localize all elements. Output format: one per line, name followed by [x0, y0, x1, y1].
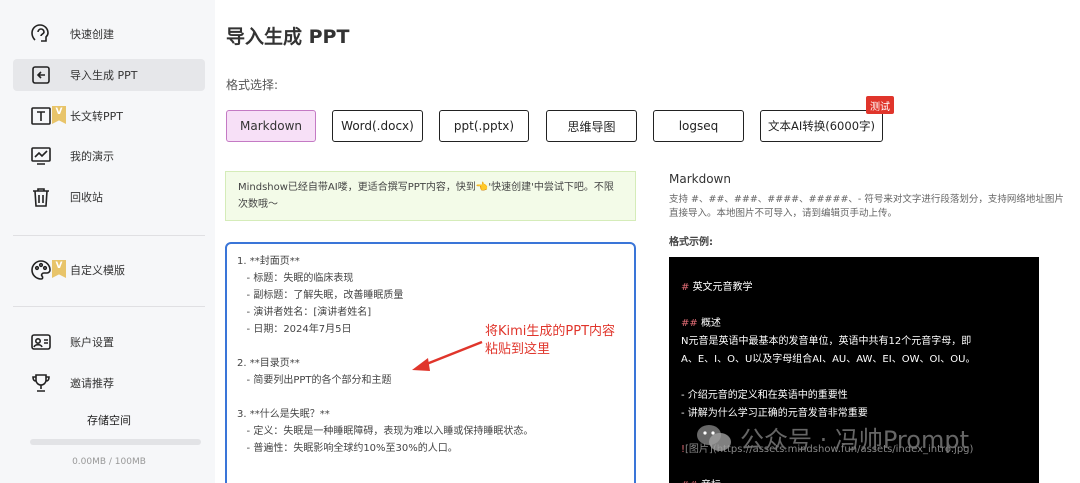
example-label: 格式示例: [669, 237, 713, 248]
watermark-text: 公众号 · 冯帅Prompt [740, 426, 969, 454]
test-badge: 测试 [866, 96, 894, 114]
trophy-icon [29, 371, 53, 395]
vip-badge: V [52, 106, 66, 124]
app-window: 快速创建 导入生成 PPT V 长文转PPT 我的演示 回收站 V 自定义模版 … [0, 0, 1080, 483]
watermark: 公众号 · 冯帅Prompt [696, 420, 969, 455]
ai-notice: Mindshow已经自带AI喽，更适合撰写PPT内容，快到👈'快速创建'中尝试下… [225, 171, 636, 221]
presentation-icon [29, 144, 53, 168]
text-icon [29, 104, 53, 128]
sidebar-item-account-settings[interactable]: 账户设置 [13, 326, 205, 358]
account-icon [29, 330, 53, 354]
sidebar-divider [13, 306, 205, 307]
sidebar: 快速创建 导入生成 PPT V 长文转PPT 我的演示 回收站 V 自定义模版 … [0, 0, 215, 483]
sidebar-item-my-presentations[interactable]: 我的演示 [13, 140, 205, 172]
sidebar-item-label: 长文转PPT [70, 110, 123, 123]
sidebar-item-label: 导入生成 PPT [70, 69, 138, 82]
storage-progress-bar [30, 439, 201, 445]
code-line: ## 音标 [681, 477, 1027, 483]
code-line: - 介绍元音的定义和在英语中的重要性 [681, 390, 848, 401]
paste-annotation: 将Kimi生成的PPT内容 粘贴到这里 [485, 324, 616, 357]
sidebar-item-label: 自定义模版 [70, 264, 125, 277]
sidebar-item-long-text[interactable]: V 长文转PPT [13, 100, 205, 132]
format-mindmap-button[interactable]: 思维导图 [546, 110, 637, 142]
wechat-icon [696, 423, 732, 453]
sidebar-item-invite[interactable]: 邀请推荐 [13, 367, 205, 399]
sidebar-item-custom-template[interactable]: V 自定义模版 [13, 254, 205, 286]
sidebar-item-label: 账户设置 [70, 336, 114, 349]
main-panel: 导入生成 PPT 格式选择: Markdown Word(.docx) ppt(… [215, 0, 1080, 483]
code-line: ## 概述 [681, 318, 721, 329]
format-logseq-button[interactable]: logseq [653, 110, 744, 142]
sidebar-item-label: 我的演示 [70, 150, 114, 163]
storage-title: 存储空间 [87, 414, 131, 427]
brain-icon [29, 22, 53, 46]
format-ai-text-button[interactable]: 文本AI转换(6000字) [760, 110, 883, 142]
sidebar-item-trash[interactable]: 回收站 [13, 181, 205, 213]
trash-icon [29, 185, 53, 209]
sidebar-item-label: 邀请推荐 [70, 377, 114, 390]
sidebar-item-label: 回收站 [70, 191, 103, 204]
format-markdown-button[interactable]: Markdown [226, 110, 316, 142]
sidebar-item-import-ppt[interactable]: 导入生成 PPT [13, 59, 205, 91]
help-description: 支持 #、##、###、####、#####、- 符号来对文字进行段落划分，支持… [669, 194, 1064, 219]
import-icon [29, 63, 53, 87]
sidebar-item-quick-create[interactable]: 快速创建 [13, 18, 205, 50]
format-word-button[interactable]: Word(.docx) [332, 110, 423, 142]
sidebar-divider [13, 235, 205, 236]
code-line: A、E、I、O、U以及字母组合AI、AU、AW、EI、OW、OI、OU。 [681, 354, 976, 365]
help-title: Markdown [669, 172, 731, 186]
code-line: N元音是英语中最基本的发音单位，英语中共有12个元音字母，即 [681, 336, 972, 347]
palette-icon [29, 258, 53, 282]
sidebar-item-label: 快速创建 [70, 28, 114, 41]
format-pptx-button[interactable]: ppt(.pptx) [439, 110, 529, 142]
code-line: # 英文元音教学 [681, 282, 753, 293]
storage-usage-text: 0.00MB / 100MB [72, 457, 146, 467]
page-title: 导入生成 PPT [226, 26, 350, 48]
vip-badge: V [52, 260, 66, 278]
arrow-icon [412, 340, 483, 371]
format-label: 格式选择: [226, 78, 279, 92]
